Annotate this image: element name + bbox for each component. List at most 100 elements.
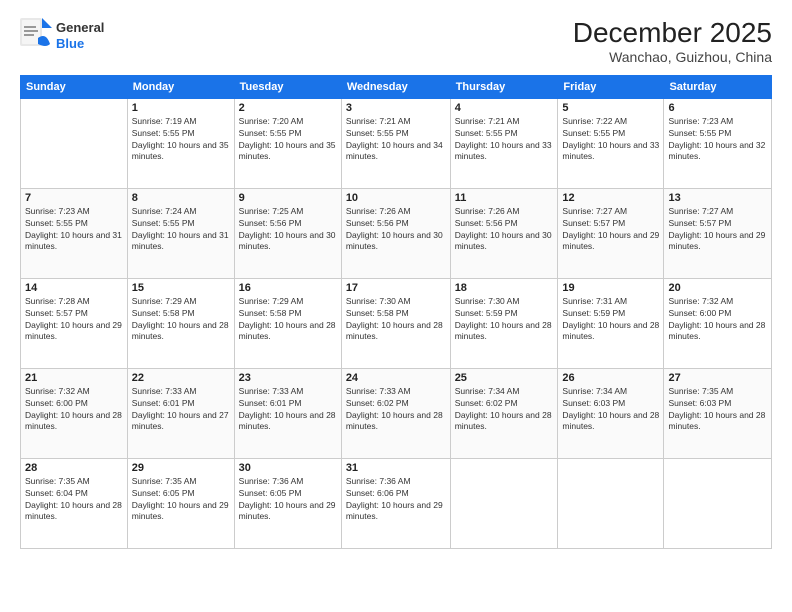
day-number: 18 bbox=[455, 282, 554, 294]
table-row bbox=[450, 458, 558, 548]
day-number: 23 bbox=[239, 372, 337, 384]
day-number: 20 bbox=[668, 282, 767, 294]
table-row: 15 Sunrise: 7:29 AMSunset: 5:58 PMDayligh… bbox=[127, 278, 234, 368]
day-detail: Sunrise: 7:24 AMSunset: 5:55 PMDaylight:… bbox=[132, 206, 230, 254]
col-saturday: Saturday bbox=[664, 75, 772, 98]
day-number: 1 bbox=[132, 102, 230, 114]
logo-general-text: General bbox=[56, 20, 104, 36]
table-row: 10 Sunrise: 7:26 AMSunset: 5:56 PMDayligh… bbox=[341, 188, 450, 278]
day-detail: Sunrise: 7:29 AMSunset: 5:58 PMDaylight:… bbox=[132, 296, 230, 344]
day-detail: Sunrise: 7:35 AMSunset: 6:03 PMDaylight:… bbox=[668, 386, 767, 434]
table-row: 28Sunrise: 7:35 AMSunset: 6:04 PMDayligh… bbox=[21, 458, 128, 548]
calendar-header-row: Sunday Monday Tuesday Wednesday Thursday… bbox=[21, 75, 772, 98]
day-detail: Sunrise: 7:32 AMSunset: 6:00 PMDaylight:… bbox=[668, 296, 767, 344]
table-row bbox=[21, 98, 128, 188]
week-row-4: 21Sunrise: 7:32 AMSunset: 6:00 PMDayligh… bbox=[21, 368, 772, 458]
day-number: 31 bbox=[346, 462, 446, 474]
day-number: 30 bbox=[239, 462, 337, 474]
day-number: 3 bbox=[346, 102, 446, 114]
table-row: 19 Sunrise: 7:31 AMSunset: 5:59 PMDayligh… bbox=[558, 278, 664, 368]
page: General Blue December 2025 Wanchao, Guiz… bbox=[0, 0, 792, 612]
table-row: 9 Sunrise: 7:25 AMSunset: 5:56 PMDaylight… bbox=[234, 188, 341, 278]
day-number: 19 bbox=[562, 282, 659, 294]
day-number: 15 bbox=[132, 282, 230, 294]
day-detail: Sunrise: 7:27 AMSunset: 5:57 PMDaylight:… bbox=[668, 206, 767, 254]
col-tuesday: Tuesday bbox=[234, 75, 341, 98]
table-row: 6Sunrise: 7:23 AMSunset: 5:55 PMDaylight… bbox=[664, 98, 772, 188]
day-number: 12 bbox=[562, 192, 659, 204]
day-number: 17 bbox=[346, 282, 446, 294]
day-detail: Sunrise: 7:27 AMSunset: 5:57 PMDaylight:… bbox=[562, 206, 659, 254]
table-row: 22Sunrise: 7:33 AMSunset: 6:01 PMDayligh… bbox=[127, 368, 234, 458]
table-row: 25Sunrise: 7:34 AMSunset: 6:02 PMDayligh… bbox=[450, 368, 558, 458]
day-detail: Sunrise: 7:21 AMSunset: 5:55 PMDaylight:… bbox=[346, 116, 446, 164]
logo-icon bbox=[20, 18, 52, 54]
day-detail: Sunrise: 7:26 AMSunset: 5:56 PMDaylight:… bbox=[346, 206, 446, 254]
table-row: 24 Sunrise: 7:33 AMSunset: 6:02 PMDayligh… bbox=[341, 368, 450, 458]
day-number: 4 bbox=[455, 102, 554, 114]
day-detail: Sunrise: 7:35 AMSunset: 6:05 PMDaylight:… bbox=[132, 476, 230, 524]
day-number: 5 bbox=[562, 102, 659, 114]
table-row bbox=[664, 458, 772, 548]
month-title: December 2025 bbox=[573, 18, 772, 49]
day-number: 9 bbox=[239, 192, 337, 204]
day-detail: Sunrise: 7:23 AMSunset: 5:55 PMDaylight:… bbox=[668, 116, 767, 164]
day-detail: Sunrise: 7:32 AMSunset: 6:00 PMDaylight:… bbox=[25, 386, 123, 434]
week-row-5: 28Sunrise: 7:35 AMSunset: 6:04 PMDayligh… bbox=[21, 458, 772, 548]
day-detail: Sunrise: 7:29 AMSunset: 5:58 PMDaylight:… bbox=[239, 296, 337, 344]
week-row-3: 14Sunrise: 7:28 AMSunset: 5:57 PMDayligh… bbox=[21, 278, 772, 368]
table-row: 20 Sunrise: 7:32 AMSunset: 6:00 PMDayligh… bbox=[664, 278, 772, 368]
table-row: 3 Sunrise: 7:21 AMSunset: 5:55 PMDaylight… bbox=[341, 98, 450, 188]
table-row: 5 Sunrise: 7:22 AMSunset: 5:55 PMDaylight… bbox=[558, 98, 664, 188]
day-detail: Sunrise: 7:22 AMSunset: 5:55 PMDaylight:… bbox=[562, 116, 659, 164]
week-row-1: 1Sunrise: 7:19 AMSunset: 5:55 PMDaylight… bbox=[21, 98, 772, 188]
table-row: 12 Sunrise: 7:27 AMSunset: 5:57 PMDayligh… bbox=[558, 188, 664, 278]
day-number: 28 bbox=[25, 462, 123, 474]
table-row bbox=[558, 458, 664, 548]
table-row: 30Sunrise: 7:36 AMSunset: 6:05 PMDayligh… bbox=[234, 458, 341, 548]
day-detail: Sunrise: 7:33 AMSunset: 6:02 PMDaylight:… bbox=[346, 386, 446, 434]
day-number: 10 bbox=[346, 192, 446, 204]
table-row: 16Sunrise: 7:29 AMSunset: 5:58 PMDayligh… bbox=[234, 278, 341, 368]
day-number: 24 bbox=[346, 372, 446, 384]
day-detail: Sunrise: 7:21 AMSunset: 5:55 PMDaylight:… bbox=[455, 116, 554, 164]
day-detail: Sunrise: 7:30 AMSunset: 5:59 PMDaylight:… bbox=[455, 296, 554, 344]
col-monday: Monday bbox=[127, 75, 234, 98]
day-detail: Sunrise: 7:36 AMSunset: 6:06 PMDaylight:… bbox=[346, 476, 446, 524]
week-row-2: 7Sunrise: 7:23 AMSunset: 5:55 PMDaylight… bbox=[21, 188, 772, 278]
day-number: 8 bbox=[132, 192, 230, 204]
day-detail: Sunrise: 7:34 AMSunset: 6:03 PMDaylight:… bbox=[562, 386, 659, 434]
header: General Blue December 2025 Wanchao, Guiz… bbox=[20, 18, 772, 65]
day-detail: Sunrise: 7:20 AMSunset: 5:55 PMDaylight:… bbox=[239, 116, 337, 164]
logo: General Blue bbox=[20, 18, 104, 54]
title-block: December 2025 Wanchao, Guizhou, China bbox=[573, 18, 772, 65]
logo-blue-text: Blue bbox=[56, 36, 104, 52]
table-row: 2 Sunrise: 7:20 AMSunset: 5:55 PMDaylight… bbox=[234, 98, 341, 188]
day-detail: Sunrise: 7:25 AMSunset: 5:56 PMDaylight:… bbox=[239, 206, 337, 254]
day-detail: Sunrise: 7:33 AMSunset: 6:01 PMDaylight:… bbox=[239, 386, 337, 434]
day-number: 2 bbox=[239, 102, 337, 114]
day-number: 13 bbox=[668, 192, 767, 204]
table-row: 7Sunrise: 7:23 AMSunset: 5:55 PMDaylight… bbox=[21, 188, 128, 278]
table-row: 17 Sunrise: 7:30 AMSunset: 5:58 PMDayligh… bbox=[341, 278, 450, 368]
col-sunday: Sunday bbox=[21, 75, 128, 98]
table-row: 27 Sunrise: 7:35 AMSunset: 6:03 PMDayligh… bbox=[664, 368, 772, 458]
table-row: 11Sunrise: 7:26 AMSunset: 5:56 PMDayligh… bbox=[450, 188, 558, 278]
day-detail: Sunrise: 7:31 AMSunset: 5:59 PMDaylight:… bbox=[562, 296, 659, 344]
day-number: 27 bbox=[668, 372, 767, 384]
day-detail: Sunrise: 7:30 AMSunset: 5:58 PMDaylight:… bbox=[346, 296, 446, 344]
table-row: 21Sunrise: 7:32 AMSunset: 6:00 PMDayligh… bbox=[21, 368, 128, 458]
table-row: 14Sunrise: 7:28 AMSunset: 5:57 PMDayligh… bbox=[21, 278, 128, 368]
table-row: 8 Sunrise: 7:24 AMSunset: 5:55 PMDaylight… bbox=[127, 188, 234, 278]
day-detail: Sunrise: 7:28 AMSunset: 5:57 PMDaylight:… bbox=[25, 296, 123, 344]
day-number: 11 bbox=[455, 192, 554, 204]
calendar: Sunday Monday Tuesday Wednesday Thursday… bbox=[20, 75, 772, 549]
table-row: 26Sunrise: 7:34 AMSunset: 6:03 PMDayligh… bbox=[558, 368, 664, 458]
day-detail: Sunrise: 7:23 AMSunset: 5:55 PMDaylight:… bbox=[25, 206, 123, 254]
table-row: 4 Sunrise: 7:21 AMSunset: 5:55 PMDaylight… bbox=[450, 98, 558, 188]
day-number: 25 bbox=[455, 372, 554, 384]
day-number: 29 bbox=[132, 462, 230, 474]
col-thursday: Thursday bbox=[450, 75, 558, 98]
table-row: 13 Sunrise: 7:27 AMSunset: 5:57 PMDayligh… bbox=[664, 188, 772, 278]
col-wednesday: Wednesday bbox=[341, 75, 450, 98]
